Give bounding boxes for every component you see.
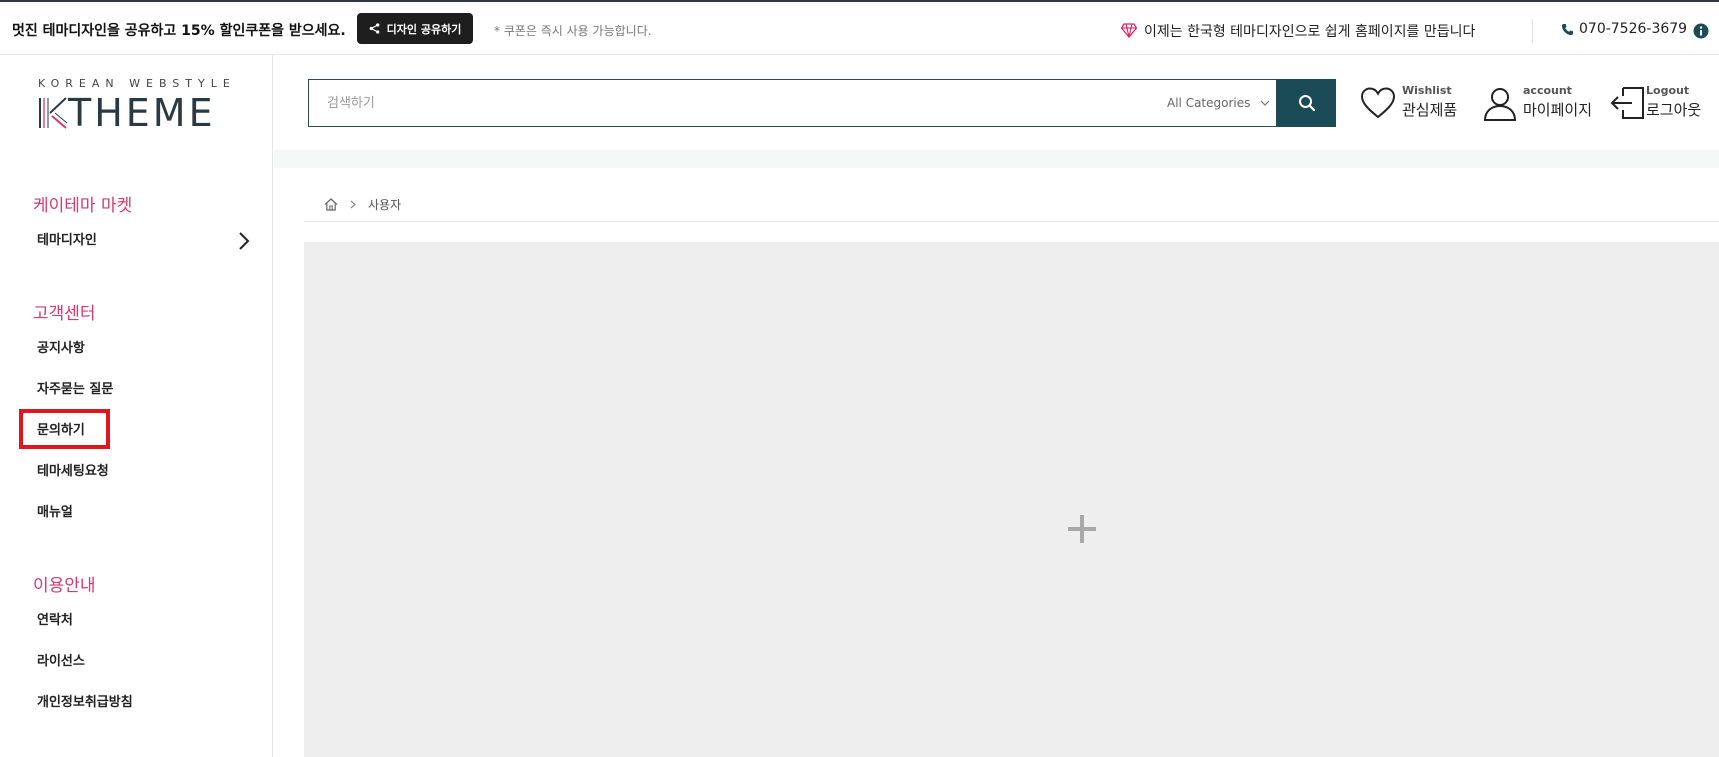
share-design-button[interactable]: 디자인 공유하기: [357, 13, 473, 44]
promo-text: 멋진 테마디자인을 공유하고 15% 할인쿠폰을 받으세요.: [12, 23, 346, 39]
logout-small-label: Logout: [1646, 84, 1690, 97]
wishlist-label: 관심제품: [1402, 101, 1458, 119]
search-input[interactable]: [309, 80, 1149, 126]
sidebar-item-license[interactable]: 라이선스: [37, 650, 85, 669]
search-button[interactable]: [1277, 79, 1336, 127]
slogan-text: 이제는 한국형 테마디자인으로 쉽게 홈페이지를 만듭니다: [1144, 24, 1476, 40]
logout-label: 로그아웃: [1646, 101, 1702, 119]
breadcrumb: 사용자: [324, 196, 401, 212]
logo-wordmark: THEME: [38, 93, 216, 133]
section-title-guide: 이용안내: [33, 576, 96, 596]
account-small-label: account: [1523, 84, 1572, 97]
sidebar: KOREAN WEBSTYLE THEME 케이테마 마켓 테마디자인 고객센터…: [0, 55, 273, 757]
phone-number: 070-7526-3679: [1579, 21, 1688, 37]
breadcrumb-current: 사용자: [368, 197, 402, 212]
sidebar-item-faq[interactable]: 자주묻는 질문: [37, 378, 113, 397]
diamond-icon: [1120, 22, 1138, 39]
content-placeholder-panel: [304, 242, 1719, 757]
phone-icon: [1561, 23, 1574, 35]
logo-tagline: KOREAN WEBSTYLE: [38, 77, 236, 90]
home-icon[interactable]: [324, 197, 338, 211]
section-title-market: 케이테마 마켓: [33, 196, 133, 216]
sidebar-item-notice[interactable]: 공지사항: [37, 337, 85, 356]
logo-k-mark: [39, 97, 68, 129]
account-label: 마이페이지: [1523, 101, 1593, 119]
logout-link[interactable]: Logout 로그아웃: [1610, 82, 1715, 124]
search-icon: [1298, 95, 1315, 112]
coupon-note: * 쿠폰은 즉시 사용 가능합니다.: [494, 24, 652, 38]
wishlist-small-label: Wishlist: [1402, 84, 1452, 97]
top-announcement-bar: 멋진 테마디자인을 공유하고 15% 할인쿠폰을 받으세요. 디자인 공유하기 …: [0, 0, 1719, 55]
share-button-label: 디자인 공유하기: [386, 22, 462, 36]
sidebar-item-contact[interactable]: 연락처: [37, 609, 73, 628]
sidebar-item-inquiry[interactable]: 문의하기: [37, 419, 85, 438]
header-divider-strip: [274, 150, 1719, 168]
sidebar-item-manual[interactable]: 매뉴얼: [37, 501, 73, 520]
account-link[interactable]: account 마이페이지: [1482, 82, 1597, 124]
category-dropdown[interactable]: All Categories: [1167, 80, 1270, 126]
sidebar-item-privacy-policy[interactable]: 개인정보취급방침: [37, 691, 133, 710]
info-icon[interactable]: [1693, 23, 1709, 39]
search-bar: All Categories: [308, 79, 1277, 127]
user-icon: [1483, 88, 1517, 121]
heart-icon: [1360, 87, 1396, 119]
logout-icon: [1610, 87, 1644, 119]
site-logo[interactable]: KOREAN WEBSTYLE THEME: [38, 77, 230, 139]
logo-text: THEME: [68, 91, 216, 135]
breadcrumb-divider: [304, 221, 1719, 222]
sidebar-item-theme-design[interactable]: 테마디자인: [37, 229, 97, 248]
phone-contact[interactable]: 070-7526-3679: [1561, 21, 1687, 37]
wishlist-link[interactable]: Wishlist 관심제품: [1360, 82, 1462, 124]
share-icon: [369, 23, 380, 34]
chevron-right-icon[interactable]: [236, 231, 252, 251]
plus-icon[interactable]: [1067, 514, 1097, 544]
section-title-support: 고객센터: [33, 304, 96, 324]
sidebar-item-theme-setting-request[interactable]: 테마세팅요청: [37, 460, 109, 479]
chevron-down-icon: [1260, 100, 1270, 106]
topbar-divider: [1532, 19, 1533, 43]
breadcrumb-separator-icon: [350, 200, 356, 208]
category-label: All Categories: [1167, 96, 1251, 110]
